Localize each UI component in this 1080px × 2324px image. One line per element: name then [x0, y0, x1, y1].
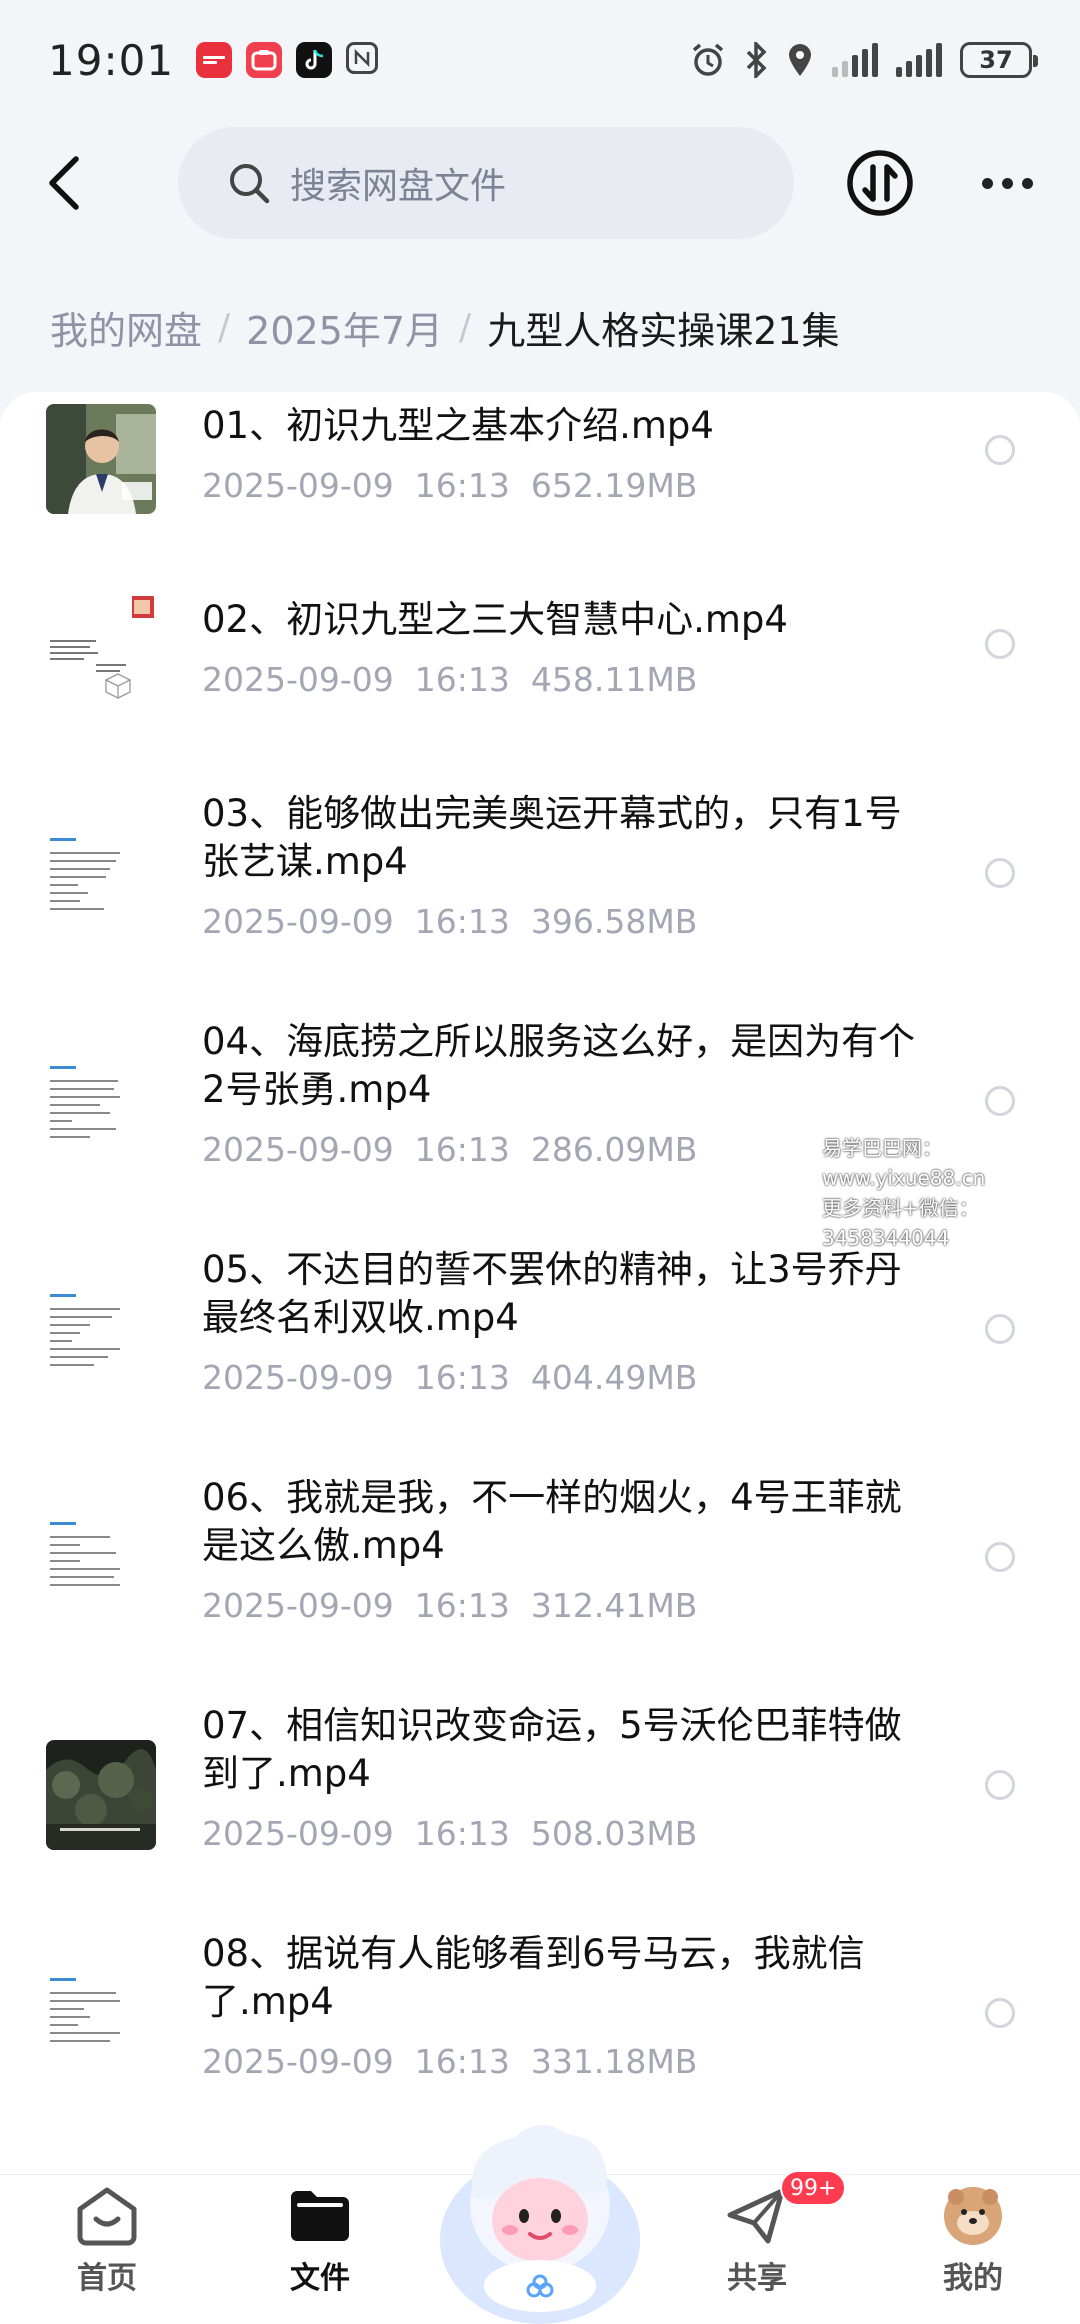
mascot-icon	[440, 2124, 640, 2324]
notification-icons	[196, 42, 379, 78]
status-indicators: 37	[690, 42, 1038, 78]
breadcrumb-item-month[interactable]: 2025年7月	[246, 300, 443, 355]
file-name: 08、据说有人能够看到6号马云，我就信了.mp4	[202, 1932, 865, 2023]
location-icon	[789, 44, 811, 76]
share-notification-badge: 99+	[780, 2170, 847, 2206]
file-meta: 2025-09-09 16:13 312.41MB	[202, 1586, 698, 1625]
nav-home[interactable]: 首页	[42, 2185, 172, 2297]
profile-avatar	[944, 2187, 1002, 2245]
huawei-app-icon	[196, 42, 233, 78]
xiaohongshu-icon	[246, 42, 283, 78]
battery-icon: 37	[960, 42, 1038, 78]
select-radio[interactable]	[985, 1998, 1015, 2028]
select-radio[interactable]	[985, 858, 1015, 888]
watermark: 易学巴巴网：www.yixue88.cn 更多资料+微信：3458344044	[822, 1133, 1080, 1253]
chevron-left-icon	[49, 156, 79, 210]
select-radio[interactable]	[985, 1542, 1015, 1572]
text-thumbnail	[46, 1284, 156, 1394]
file-name: 05、不达目的誓不罢休的精神，让3号乔丹最终名利双收.mp4	[202, 1248, 902, 1339]
text-thumbnail	[46, 1968, 156, 2078]
file-meta: 2025-09-09 16:13 331.18MB	[202, 2042, 698, 2081]
search-input[interactable]: 搜索网盘文件	[178, 127, 794, 239]
breadcrumb: 我的网盘 / 2025年7月 / 九型人格实操课21集	[50, 292, 840, 362]
text-thumbnail	[46, 1512, 156, 1622]
back-button[interactable]	[32, 151, 96, 215]
nav-home-label: 首页	[77, 2261, 137, 2296]
status-time: 19:01	[48, 35, 175, 85]
list-item[interactable]: 03、能够做出完美奥运开幕式的，只有1号张艺谋.mp4 2025-09-09 1…	[0, 778, 1080, 1006]
breadcrumb-item-current: 九型人格实操课21集	[487, 308, 840, 353]
nav-profile[interactable]: 我的	[908, 2185, 1038, 2297]
assistant-mascot-button[interactable]	[434, 2110, 646, 2324]
dark-photo-thumbnail	[46, 1740, 156, 1850]
search-placeholder: 搜索网盘文件	[290, 166, 507, 207]
signal-icon	[832, 43, 878, 77]
breadcrumb-item-root[interactable]: 我的网盘	[50, 300, 202, 355]
file-meta: 2025-09-09 16:13 286.09MB	[202, 1130, 698, 1169]
file-name: 04、海底捞之所以服务这么好，是因为有个2号张勇.mp4	[202, 1020, 916, 1111]
nav-files-label: 文件	[290, 2261, 350, 2296]
status-bar: 19:01 37	[0, 0, 1080, 120]
select-radio[interactable]	[985, 1086, 1015, 1116]
nav-files[interactable]: 文件	[255, 2185, 385, 2297]
list-item[interactable]: 01、初识九型之基本介绍.mp4 2025-09-09 16:13 652.19…	[0, 392, 1080, 582]
bluetooth-icon	[746, 42, 767, 78]
list-item[interactable]: 05、不达目的誓不罢休的精神，让3号乔丹最终名利双收.mp4 2025-09-0…	[0, 1234, 1080, 1462]
select-radio[interactable]	[985, 1314, 1015, 1344]
file-name: 07、相信知识改变命运，5号沃伦巴菲特做到了.mp4	[202, 1704, 902, 1795]
list-item[interactable]: 02、初识九型之三大智慧中心.mp4 2025-09-09 16:13 458.…	[0, 582, 1080, 778]
file-name: 06、我就是我，不一样的烟火，4号王菲就是这么傲.mp4	[202, 1476, 902, 1567]
nav-profile-label: 我的	[943, 2261, 1003, 2296]
alarm-icon	[692, 43, 724, 76]
search-icon	[230, 164, 270, 204]
slide-thumbnail	[46, 594, 156, 704]
breadcrumb-separator: /	[218, 306, 231, 348]
list-item[interactable]: 06、我就是我，不一样的烟火，4号王菲就是这么傲.mp4 2025-09-09 …	[0, 1462, 1080, 1690]
watermark-line: 易学巴巴网：www.yixue88.cn	[822, 1136, 986, 1190]
select-radio[interactable]	[985, 629, 1015, 659]
file-meta: 2025-09-09 16:13 652.19MB	[202, 466, 698, 505]
signal-icon-2	[896, 43, 942, 77]
home-icon	[77, 2187, 137, 2246]
transfer-icon	[847, 150, 913, 216]
select-radio[interactable]	[985, 435, 1015, 465]
file-meta: 2025-09-09 16:13 508.03MB	[202, 1814, 698, 1853]
text-thumbnail	[46, 1056, 156, 1166]
photo-thumbnail	[46, 404, 156, 514]
breadcrumb-separator: /	[459, 306, 472, 348]
folder-icon	[291, 2191, 349, 2241]
file-meta: 2025-09-09 16:13 396.58MB	[202, 902, 698, 941]
transfer-button[interactable]	[846, 149, 914, 217]
file-list: 01、初识九型之基本介绍.mp4 2025-09-09 16:13 652.19…	[0, 392, 1080, 2174]
file-meta: 2025-09-09 16:13 404.49MB	[202, 1358, 698, 1397]
more-button[interactable]	[972, 149, 1042, 217]
file-name: 03、能够做出完美奥运开幕式的，只有1号张艺谋.mp4	[202, 792, 902, 883]
nav-share-label: 共享	[727, 2261, 787, 2296]
list-item[interactable]: 07、相信知识改变命运，5号沃伦巴菲特做到了.mp4 2025-09-09 16…	[0, 1690, 1080, 1918]
file-name: 01、初识九型之基本介绍.mp4	[202, 404, 714, 447]
share-icon	[727, 2188, 785, 2244]
tiktok-icon	[296, 42, 333, 78]
file-meta: 2025-09-09 16:13 458.11MB	[202, 660, 698, 699]
battery-level: 37	[979, 46, 1013, 74]
nfc-icon	[346, 42, 379, 74]
text-thumbnail	[46, 828, 156, 938]
header: 搜索网盘文件	[0, 120, 1080, 246]
select-radio[interactable]	[985, 1770, 1015, 1800]
watermark-line: 更多资料+微信：3458344044	[822, 1196, 979, 1250]
file-name: 02、初识九型之三大智慧中心.mp4	[202, 598, 788, 641]
